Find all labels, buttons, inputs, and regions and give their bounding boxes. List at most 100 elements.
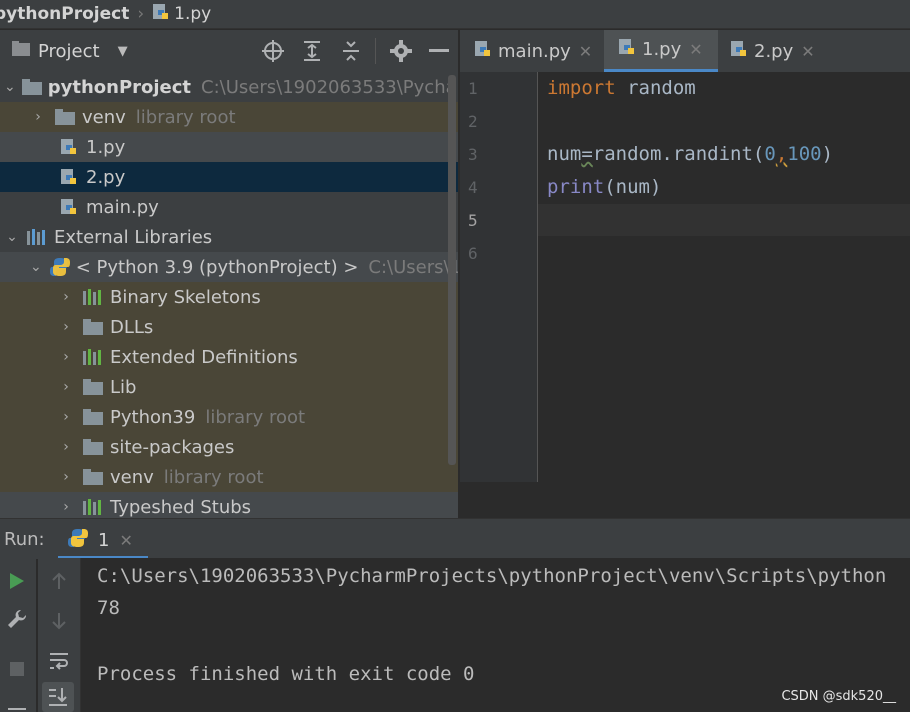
tree-scrollbar[interactable] <box>448 75 456 465</box>
tree-item-label: Lib <box>110 376 137 398</box>
code-line-4[interactable]: print(num) <box>547 176 661 198</box>
python-file-icon <box>58 167 80 187</box>
project-panel-title: Project <box>38 40 100 62</box>
expand-all-icon[interactable] <box>300 39 324 63</box>
tab-main-py[interactable]: main.py ✕ <box>474 30 592 72</box>
locate-icon[interactable] <box>261 39 285 63</box>
chevron-right-icon[interactable]: › <box>58 409 74 425</box>
tree-item-label: Binary Skeletons <box>110 286 261 308</box>
chevron-down-icon: ▼ <box>117 43 128 59</box>
tree-item-1-py[interactable]: 1.py <box>0 132 458 162</box>
wrench-icon[interactable] <box>2 604 32 634</box>
tree-item-label: DLLs <box>110 316 154 338</box>
library-icon <box>26 227 48 247</box>
tab-2-py[interactable]: 2.py ✕ <box>730 30 815 72</box>
tree-item-label: Typeshed Stubs <box>110 496 252 518</box>
tree-item-lib[interactable]: › Lib <box>0 372 458 402</box>
tree-item-external-libraries[interactable]: ⌄ External Libraries <box>0 222 458 252</box>
run-panel-header: Run: 1 ✕ <box>0 518 910 559</box>
folder-icon <box>82 377 104 397</box>
close-icon[interactable]: ✕ <box>119 531 132 550</box>
folder-icon <box>82 437 104 457</box>
tree-item-venv-lib[interactable]: › venv library root <box>0 462 458 492</box>
arrow-down-icon[interactable] <box>44 606 74 636</box>
chevron-down-icon[interactable]: ⌄ <box>30 259 42 275</box>
toolbar-divider <box>375 38 376 64</box>
chevron-right-icon[interactable]: › <box>30 109 46 125</box>
gear-icon[interactable] <box>389 39 413 63</box>
tree-item-label: < Python 3.9 (pythonProject) > <box>75 256 359 278</box>
tree-item-main-py[interactable]: main.py <box>0 192 458 222</box>
folder-icon <box>82 317 104 337</box>
play-icon[interactable] <box>2 566 32 596</box>
breadcrumb-file[interactable]: 1.py <box>174 4 211 24</box>
tree-item-site-packages[interactable]: › site-packages <box>0 432 458 462</box>
line-number: 1 <box>468 79 478 98</box>
code-line-1[interactable]: import random <box>547 77 696 99</box>
chevron-right-icon[interactable]: › <box>58 289 74 305</box>
tab-run-1[interactable]: 1 ✕ <box>58 525 148 559</box>
stop-icon[interactable] <box>2 654 32 684</box>
code-keyword: import <box>547 77 616 99</box>
breadcrumb: pythonProject › 1.py <box>0 0 910 29</box>
tab-label: 1.py <box>642 39 682 60</box>
minimize-icon[interactable] <box>427 39 451 63</box>
tree-item-label: pythonProject <box>47 76 192 98</box>
chevron-right-icon[interactable]: › <box>58 379 74 395</box>
watermark: CSDN @sdk520__ <box>781 689 896 704</box>
tree-item-pythonproject[interactable]: ⌄ pythonProject C:\Users\1902063533\Pych… <box>0 72 458 102</box>
run-tab-label: 1 <box>98 530 110 551</box>
project-view-selector[interactable]: Project ▼ <box>12 40 128 62</box>
python-file-icon <box>474 40 492 63</box>
console-line: 78 <box>97 597 120 619</box>
collapse-all-icon[interactable] <box>339 39 363 63</box>
library-icon <box>82 497 104 517</box>
menu-icon[interactable] <box>8 708 26 710</box>
library-root-hint: library root <box>163 466 264 488</box>
tree-item-2-py[interactable]: 2.py <box>0 162 458 192</box>
close-icon[interactable]: ✕ <box>579 42 592 61</box>
tree-item-extended-definitions[interactable]: › Extended Definitions <box>0 342 458 372</box>
chevron-right-icon[interactable]: › <box>58 499 74 515</box>
line-number-gutter <box>460 72 538 482</box>
library-icon <box>82 347 104 367</box>
arrow-up-icon[interactable] <box>44 566 74 596</box>
close-icon[interactable]: ✕ <box>689 40 702 59</box>
current-line-highlight <box>538 204 910 236</box>
soft-wrap-icon[interactable] <box>44 646 74 676</box>
tree-item-dlls[interactable]: › DLLs <box>0 312 458 342</box>
scroll-to-end-icon[interactable] <box>42 682 74 712</box>
chevron-down-icon[interactable]: ⌄ <box>4 229 20 245</box>
code-line-3[interactable]: num=random.randint(0,100) <box>547 143 833 165</box>
code-text: num <box>547 143 582 165</box>
tree-item-path: C:\Users\1902063533\Pycharm <box>201 76 458 98</box>
chevron-right-icon[interactable]: › <box>58 319 74 335</box>
breadcrumb-project[interactable]: pythonProject <box>0 4 129 24</box>
tree-item-label: venv <box>82 106 126 128</box>
line-number: 2 <box>468 112 478 131</box>
tree-item-label: 1.py <box>86 136 126 158</box>
tree-item-typeshed-stubs[interactable]: › Typeshed Stubs <box>0 492 458 518</box>
code-text: (num) <box>604 176 662 198</box>
code-operator: = <box>581 143 593 165</box>
tree-item-venv[interactable]: › venv library root <box>0 102 458 132</box>
tab-1-py[interactable]: 1.py ✕ <box>604 30 718 72</box>
tree-item-python39[interactable]: › Python39 library root <box>0 402 458 432</box>
line-number: 3 <box>468 145 478 164</box>
python-logo-icon <box>49 257 70 277</box>
editor-tab-bar: main.py ✕ 1.py ✕ 2.py ✕ <box>460 30 910 73</box>
tree-item-python-sdk[interactable]: ⌄ < Python 3.9 (pythonProject) > C:\User… <box>0 252 458 282</box>
tree-item-label: main.py <box>86 196 159 218</box>
chevron-right-icon[interactable]: › <box>58 349 74 365</box>
chevron-right-icon[interactable]: › <box>58 439 74 455</box>
tab-label: main.py <box>498 40 571 62</box>
tree-item-binary-skeletons[interactable]: › Binary Skeletons <box>0 282 458 312</box>
close-icon[interactable]: ✕ <box>801 42 814 61</box>
code-number: 0 <box>764 143 776 165</box>
python-logo-icon <box>68 528 88 553</box>
tree-item-label: Extended Definitions <box>110 346 298 368</box>
chevron-right-icon[interactable]: › <box>58 469 74 485</box>
run-toolbar-secondary <box>38 558 81 712</box>
chevron-down-icon[interactable]: ⌄ <box>4 79 16 95</box>
python-file-icon <box>58 197 80 217</box>
